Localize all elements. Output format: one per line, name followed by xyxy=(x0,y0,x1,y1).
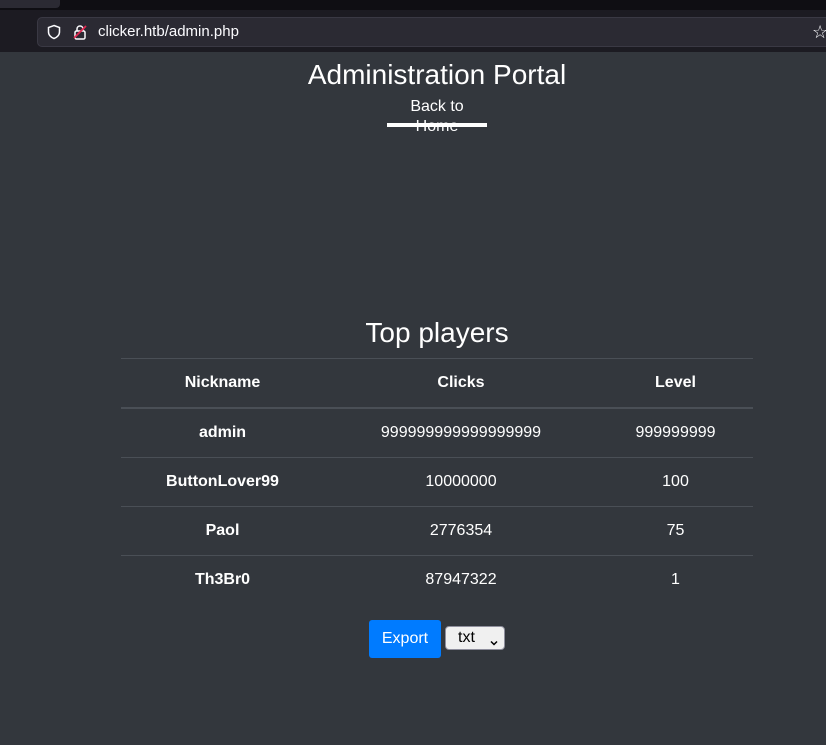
table-row: ButtonLover99 10000000 100 xyxy=(121,457,753,507)
export-format-select[interactable]: txt xyxy=(445,626,505,650)
cell-level: 100 xyxy=(598,457,753,507)
cell-nickname: ButtonLover99 xyxy=(121,457,324,507)
cell-nickname: Th3Br0 xyxy=(121,555,324,604)
browser-toolbar: clicker.htb/admin.php ☆ xyxy=(0,0,826,52)
chevron-down-icon xyxy=(490,634,498,646)
cell-clicks: 10000000 xyxy=(324,457,598,507)
table-row: Paol 2776354 75 xyxy=(121,506,753,556)
column-header-clicks: Clicks xyxy=(324,358,598,409)
tab-strip xyxy=(0,0,826,10)
table-row: Th3Br0 87947322 1 xyxy=(121,555,753,604)
cell-clicks: 2776354 xyxy=(324,506,598,556)
export-format-value: txt xyxy=(458,629,475,646)
cell-clicks: 999999999999999999 xyxy=(324,407,598,458)
shield-icon[interactable] xyxy=(46,24,62,40)
page-title: Administration Portal xyxy=(307,59,567,90)
bookmark-star-icon[interactable]: ☆ xyxy=(812,22,826,42)
address-bar[interactable]: clicker.htb/admin.php ☆ xyxy=(37,17,826,47)
export-button[interactable]: Export xyxy=(369,620,441,658)
back-to-home-link[interactable]: Back to Home xyxy=(387,97,487,137)
table-header-row: Nickname Clicks Level xyxy=(121,358,753,409)
active-link-underline xyxy=(387,123,487,127)
column-header-nickname: Nickname xyxy=(121,358,324,409)
players-table: Nickname Clicks Level admin 999999999999… xyxy=(121,358,753,604)
cell-clicks: 87947322 xyxy=(324,555,598,604)
insecure-lock-icon[interactable] xyxy=(72,24,88,40)
cell-level: 1 xyxy=(598,555,753,604)
leaderboard-title: Top players xyxy=(365,317,509,348)
table-row: admin 999999999999999999 999999999 xyxy=(121,407,753,458)
cell-level: 999999999 xyxy=(598,407,753,458)
column-header-level: Level xyxy=(598,358,753,409)
cell-level: 75 xyxy=(598,506,753,556)
url-text[interactable]: clicker.htb/admin.php xyxy=(98,24,239,40)
cell-nickname: Paol xyxy=(121,506,324,556)
cell-nickname: admin xyxy=(121,407,324,458)
browser-tab[interactable] xyxy=(0,0,60,8)
